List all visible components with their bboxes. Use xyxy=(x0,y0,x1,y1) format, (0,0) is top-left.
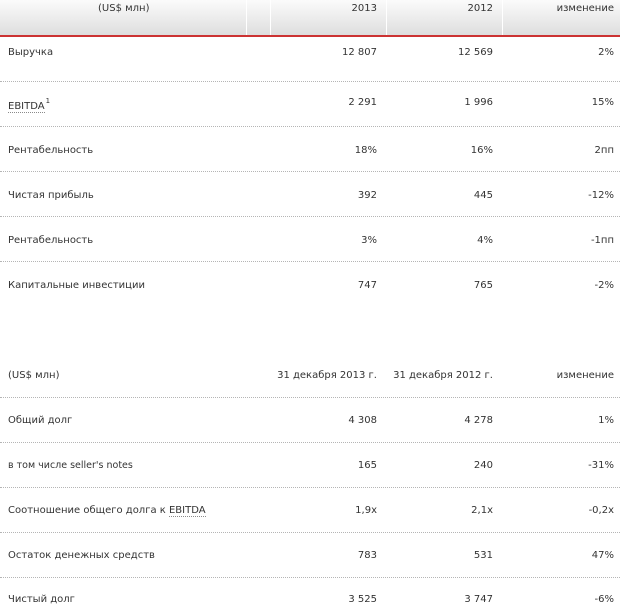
row-change: 2пп xyxy=(594,145,614,156)
table-row: Остаток денежных средств 783 531 47% xyxy=(0,533,620,578)
row-value-2012: 12 569 xyxy=(458,47,493,58)
table1-header-col1: 2013 xyxy=(351,3,377,14)
table1-header-col2: 2012 xyxy=(467,3,493,14)
row-value-2013: 18% xyxy=(354,145,377,156)
row-value-2012: 445 xyxy=(473,190,493,201)
table-row: Капитальные инвестиции 747 765 -2% xyxy=(0,262,620,306)
header-separator xyxy=(246,0,247,35)
table2-header-col3: изменение xyxy=(556,370,614,381)
row-value-2013: 3 525 xyxy=(348,594,377,605)
table-row: в том числе seller's notes 165 240 -31% xyxy=(0,443,620,488)
row-value-2013: 783 xyxy=(357,550,377,561)
row-value-2012: 531 xyxy=(473,550,493,561)
ebitda-term[interactable]: EBITDA xyxy=(168,505,206,517)
row-value-2013: 2 291 xyxy=(348,97,377,108)
row-value-2012: 240 xyxy=(473,460,493,471)
ebitda-term[interactable]: EBITDA xyxy=(8,101,45,113)
row-change: -1пп xyxy=(590,235,614,246)
table-row: Выручка 12 807 12 569 2% xyxy=(0,37,620,82)
table1-header-label: (US$ млн) xyxy=(98,3,150,14)
table1-header: (US$ млн) 2013 2012 изменение xyxy=(0,0,620,37)
row-label: в том числе seller's notes xyxy=(8,460,133,471)
row-change: 47% xyxy=(591,550,614,561)
row-change: 2% xyxy=(598,47,614,58)
table-row: Соотношение общего долга к EBITDA 1,9x 2… xyxy=(0,488,620,533)
row-label: Чистая прибыль xyxy=(8,190,94,201)
row-value-2012: 16% xyxy=(470,145,493,156)
table-row: EBITDA1 2 291 1 996 15% xyxy=(0,82,620,127)
row-label: Капитальные инвестиции xyxy=(8,280,145,291)
row-value-2013: 3% xyxy=(361,235,377,246)
row-label: Выручка xyxy=(8,47,54,58)
row-value-2013: 165 xyxy=(357,460,377,471)
row-label: Общий долг xyxy=(8,415,73,426)
row-label: Соотношение общего долга к EBITDA xyxy=(8,505,206,517)
row-label: EBITDA1 xyxy=(8,97,50,113)
row-change: 15% xyxy=(591,97,614,108)
row-label: Остаток денежных средств xyxy=(8,550,155,561)
table-row: Рентабельность 3% 4% -1пп xyxy=(0,217,620,262)
row-change: -2% xyxy=(594,280,614,291)
row-value-2012: 2,1x xyxy=(471,505,493,516)
row-value-2012: 3 747 xyxy=(464,594,493,605)
table2-header-col1: 31 декабря 2013 г. xyxy=(277,370,377,381)
row-value-2013: 392 xyxy=(357,190,377,201)
row-value-2013: 1,9x xyxy=(355,505,377,516)
table2-header-col2: 31 декабря 2012 г. xyxy=(393,370,493,381)
table2-header-label: (US$ млн) xyxy=(8,370,60,381)
table-row: Чистый долг 3 525 3 747 -6% xyxy=(0,578,620,608)
row-value-2012: 765 xyxy=(473,280,493,291)
row-label: Рентабельность xyxy=(8,235,94,246)
table2-header: (US$ млн) 31 декабря 2013 г. 31 декабря … xyxy=(0,353,620,398)
row-value-2012: 1 996 xyxy=(464,97,493,108)
row-value-2012: 4 278 xyxy=(464,415,493,426)
row-label: Чистый долг xyxy=(8,594,75,605)
row-value-2013: 12 807 xyxy=(342,47,377,58)
row-label: Рентабельность xyxy=(8,145,94,156)
footnote-marker[interactable]: 1 xyxy=(46,97,50,105)
table1-header-col3: изменение xyxy=(556,3,614,14)
row-change: -6% xyxy=(594,594,614,605)
row-change: -31% xyxy=(588,460,614,471)
row-change: -0,2x xyxy=(588,505,614,516)
row-change: 1% xyxy=(598,415,614,426)
table-row: Чистая прибыль 392 445 -12% xyxy=(0,172,620,217)
table-row: Рентабельность 18% 16% 2пп xyxy=(0,127,620,172)
row-label-prefix: Соотношение общего долга к xyxy=(8,505,169,516)
table-row: Общий долг 4 308 4 278 1% xyxy=(0,398,620,443)
row-value-2013: 747 xyxy=(357,280,377,291)
row-value-2013: 4 308 xyxy=(348,415,377,426)
row-change: -12% xyxy=(588,190,614,201)
row-value-2012: 4% xyxy=(477,235,493,246)
